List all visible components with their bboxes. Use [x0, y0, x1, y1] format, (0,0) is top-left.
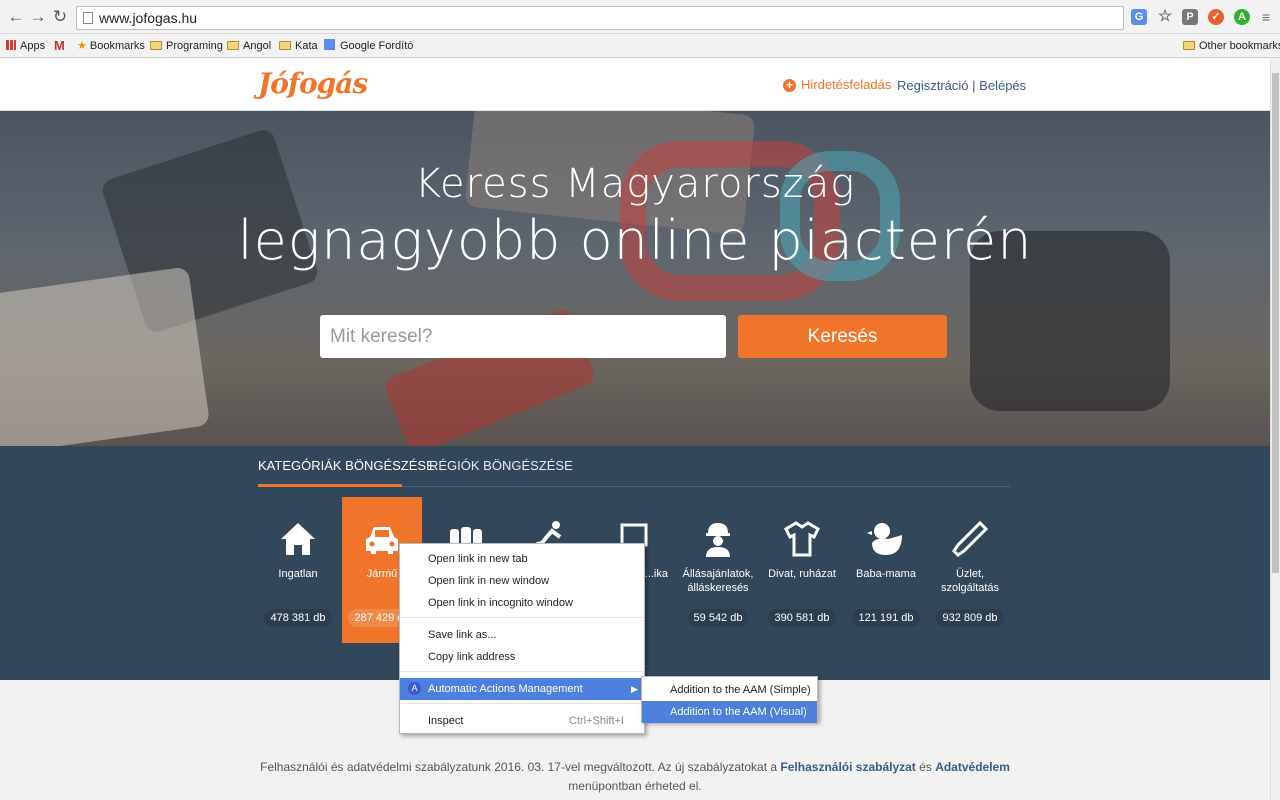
category-count: 478 381 db [264, 609, 332, 627]
bookmark-google-fordito[interactable]: Google Fordító [324, 38, 413, 54]
page-scrollbar[interactable] [1270, 59, 1280, 800]
context-menu: Open link in new tab Open link in new wi… [399, 543, 645, 734]
menu-separator [401, 703, 643, 704]
menu-copy-link[interactable]: Copy link address [400, 646, 644, 668]
category-label: Baba-mama [856, 568, 916, 580]
policy-text: Felhasználói és adatvédelmi szabályzatun… [260, 760, 1010, 793]
post-ad-link[interactable]: + Hirdetésfeladás [783, 77, 891, 92]
duck-icon [867, 523, 902, 555]
star-icon[interactable]: ☆ [1157, 9, 1173, 25]
search-button[interactable]: Keresés [738, 315, 947, 358]
bookmark-bookmarks[interactable]: ★ Bookmarks [77, 38, 145, 54]
bookmark-angol[interactable]: Angol [227, 38, 271, 54]
shirt-icon [784, 521, 820, 557]
category-count: 390 581 db [768, 609, 836, 627]
address-bar[interactable]: www.jofogas.hu [76, 6, 1124, 30]
bookmark-kata[interactable]: Kata [279, 38, 318, 54]
register-link[interactable]: Regisztráció [897, 78, 969, 93]
tab-categories[interactable]: KATEGÓRIÁK BÖNGÉSZÉSE [258, 458, 435, 473]
site-header: Jófogás + Hirdetésfeladás Regisztráció | … [0, 59, 1270, 111]
folder-icon [1183, 41, 1195, 50]
menu-save-link[interactable]: Save link as... [400, 624, 644, 646]
site-logo[interactable]: Jófogás [258, 67, 368, 100]
aam-extension-icon[interactable]: A [1234, 9, 1250, 25]
menu-aam[interactable]: A Automatic Actions Management ▶ [400, 678, 644, 700]
menu-separator [401, 617, 643, 618]
category-baba-mama[interactable]: Baba-mama 121 191 db [846, 497, 926, 643]
folder-icon [227, 41, 239, 50]
folder-icon [279, 41, 291, 50]
category-label: Üzlet, szolgáltatás [940, 568, 1000, 594]
privacy-link[interactable]: Adatvédelem [935, 760, 1010, 774]
reload-icon[interactable]: ↻ [50, 7, 70, 27]
active-tab-indicator [258, 484, 402, 487]
auth-links: Regisztráció | Belépés [897, 78, 1026, 93]
scrollbar-thumb[interactable] [1272, 73, 1279, 573]
category-ingatlan[interactable]: Ingatlan 478 381 db [258, 497, 338, 643]
aam-submenu: Addition to the AAM (Simple) Addition to… [641, 676, 818, 723]
submenu-arrow-icon: ▶ [631, 684, 638, 694]
bookmark-apps[interactable]: Apps [6, 38, 45, 54]
menu-inspect[interactable]: Inspect Ctrl+Shift+I [400, 710, 644, 732]
category-divat[interactable]: Divat, ruházat 390 581 db [762, 497, 842, 643]
tool-icon [952, 520, 989, 557]
category-count: 59 542 db [687, 609, 749, 627]
bookmark-programing[interactable]: Programing [150, 38, 223, 54]
url-text: www.jofogas.hu [99, 10, 198, 26]
folder-icon [150, 41, 162, 50]
category-label: Állásajánlatok, álláskeresés [682, 568, 754, 594]
pocket-icon[interactable]: P [1182, 9, 1198, 25]
extension-icon[interactable]: ✓ [1208, 9, 1224, 25]
menu-open-new-window[interactable]: Open link in new window [400, 570, 644, 592]
menu-separator [401, 671, 643, 672]
inspect-shortcut: Ctrl+Shift+I [568, 715, 624, 727]
menu-icon[interactable]: ≡ [1258, 9, 1274, 25]
terms-link[interactable]: Felhasználói szabályzat [780, 760, 915, 774]
translate-icon[interactable]: G [1131, 9, 1147, 25]
car-icon [366, 527, 398, 554]
star-bookmark-icon: ★ [77, 40, 87, 52]
auth-separator: | [972, 78, 976, 93]
tab-regions[interactable]: RÉGIÓK BÖNGÉSZÉSE [429, 458, 573, 473]
search-input[interactable]: Mit keresel? [320, 315, 726, 358]
hero-decoration [0, 266, 211, 446]
plus-icon: + [783, 79, 796, 92]
hero-headline-2: legnagyobb online piacterén [237, 209, 1033, 272]
category-allas[interactable]: Állásajánlatok, álláskeresés 59 542 db [678, 497, 758, 643]
apps-grid-icon [6, 40, 16, 50]
menu-open-new-tab[interactable]: Open link in new tab [400, 548, 644, 570]
category-count: 121 191 db [852, 609, 920, 627]
category-label: Ingatlan [278, 568, 318, 580]
category-label: Divat, ruházat [768, 568, 836, 580]
house-icon [281, 523, 315, 555]
bookmarks-bar: Apps M ★ Bookmarks Programing Angol Kata … [0, 34, 1280, 58]
browser-toolbar: ← → ↻ www.jofogas.hu G ☆ P ✓ A ≡ [0, 0, 1280, 34]
other-bookmarks[interactable]: Other bookmarks [1183, 38, 1280, 54]
translate-icon [324, 39, 335, 50]
hero-headline-1: Keress Magyarország [414, 161, 856, 207]
category-uzlet[interactable]: Üzlet, szolgáltatás 932 809 db [930, 497, 1010, 643]
aam-icon: A [408, 682, 421, 695]
back-icon[interactable]: ← [6, 7, 26, 27]
submenu-add-simple[interactable]: Addition to the AAM (Simple) [642, 679, 817, 701]
menu-open-incognito[interactable]: Open link in incognito window [400, 592, 644, 614]
login-link[interactable]: Belépés [979, 78, 1026, 93]
category-count: 932 809 db [936, 609, 1004, 627]
worker-icon [706, 523, 730, 557]
hero-banner: Keress Magyarország legnagyobb online pi… [0, 111, 1270, 446]
submenu-add-visual[interactable]: Addition to the AAM (Visual) [642, 701, 817, 723]
gmail-icon[interactable]: M [54, 38, 65, 54]
forward-icon[interactable]: → [28, 7, 48, 27]
page-icon [83, 12, 93, 24]
